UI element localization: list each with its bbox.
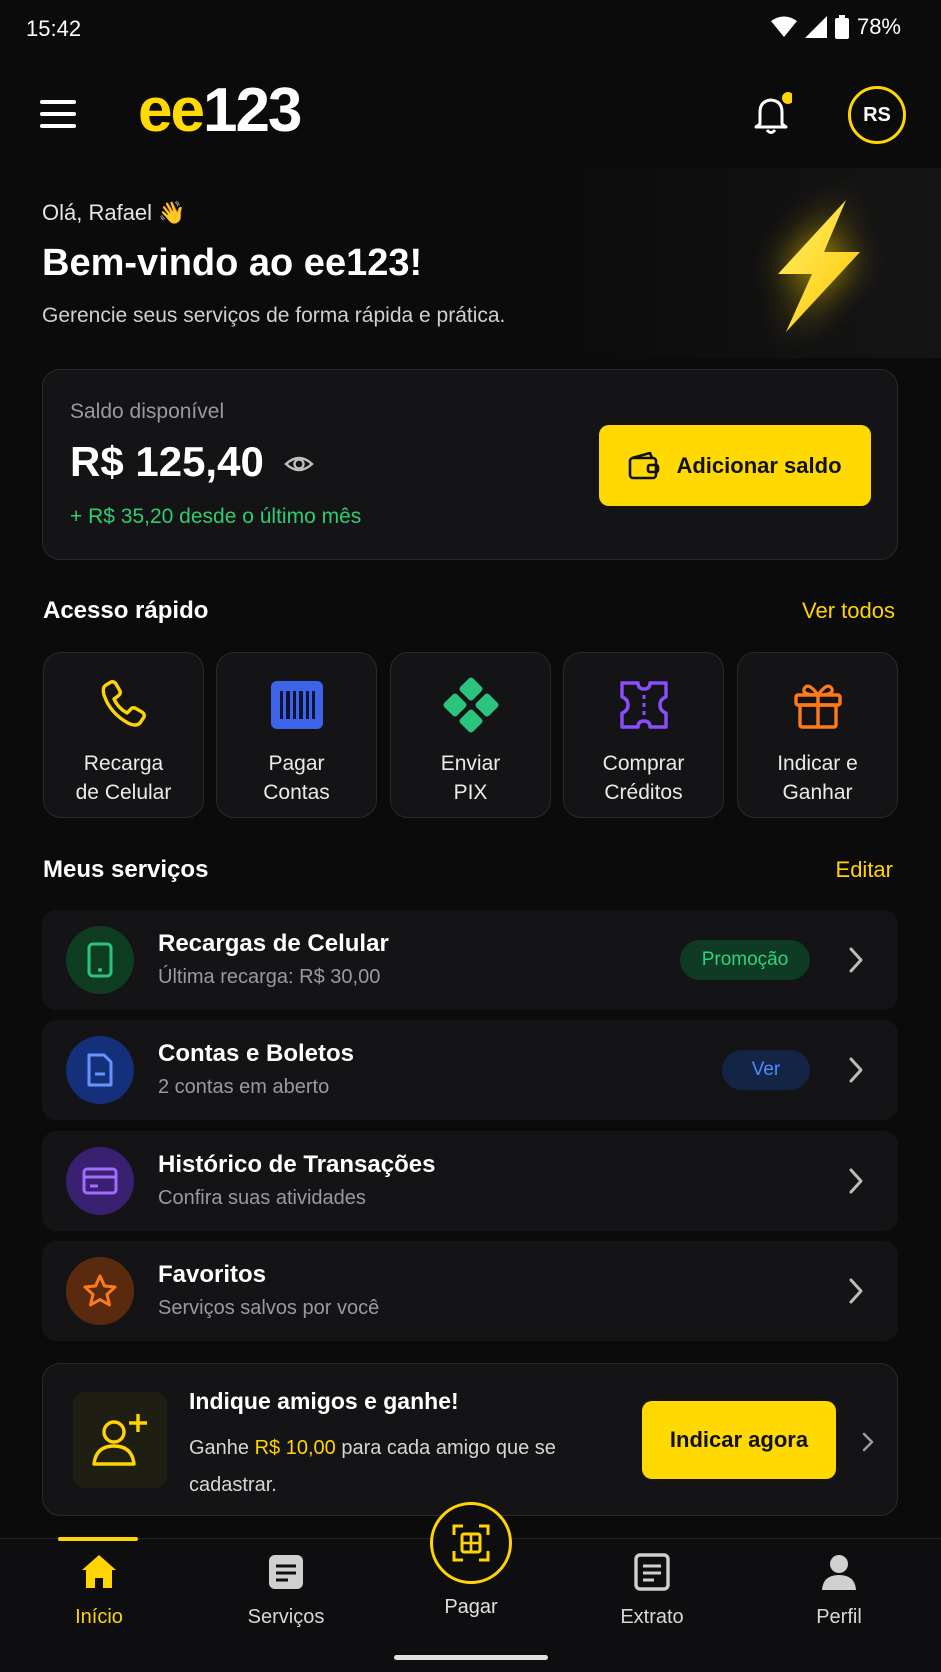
logo-accent: ee [138, 76, 205, 145]
referral-text-before: Ganhe [189, 1437, 255, 1459]
status-indicators: 78% [770, 14, 901, 40]
chevron-right-icon [849, 1168, 863, 1194]
page-subtitle: Gerencie seus serviços de forma rápida e… [42, 304, 506, 327]
qa-label-line2: de Celular [75, 781, 172, 804]
referral-icon-box [73, 1392, 167, 1488]
services-icon [269, 1555, 303, 1589]
service-icon-circle [66, 926, 134, 994]
battery-level: 78% [856, 14, 901, 39]
service-title: Contas e Boletos [158, 1040, 355, 1067]
balance-delta: + R$ 35,20 desde o último mês [70, 505, 362, 528]
star-icon [83, 1274, 117, 1307]
quick-access-title: Acesso rápido [43, 597, 209, 624]
nav-pay-button[interactable] [430, 1502, 512, 1584]
qa-label-line2: Contas [263, 781, 330, 804]
nav-label: Início [75, 1606, 123, 1628]
nav-label: Perfil [816, 1606, 862, 1628]
see-all-link[interactable]: Ver todos [802, 598, 895, 624]
barcode-icon [270, 681, 323, 729]
service-subtitle: Última recarga: R$ 30,00 [158, 966, 381, 988]
balance-label: Saldo disponível [70, 400, 225, 423]
bell-icon[interactable] [752, 92, 792, 136]
qa-label-line2: PIX [453, 781, 488, 804]
pix-icon [443, 677, 498, 733]
lightning-icon [778, 200, 860, 332]
service-row-favorites[interactable]: Favoritos Serviços salvos por você [42, 1241, 898, 1341]
service-row-history[interactable]: Histórico de Transações Confira suas ati… [42, 1131, 898, 1231]
chevron-right-icon [849, 1057, 863, 1083]
edit-link[interactable]: Editar [836, 857, 893, 883]
service-subtitle: Serviços salvos por você [158, 1297, 380, 1319]
wifi-icon [770, 16, 797, 37]
signal-icon [804, 16, 827, 38]
ticket-icon [619, 681, 668, 729]
active-tab-indicator [58, 1537, 138, 1541]
smartphone-icon [87, 942, 113, 978]
profile-icon [822, 1555, 856, 1590]
home-icon [82, 1555, 116, 1588]
document-icon [87, 1053, 113, 1087]
status-time: 15:42 [26, 16, 82, 41]
qa-label-line1: Enviar [440, 752, 501, 775]
referral-amount: R$ 10,00 [254, 1437, 336, 1459]
eye-icon[interactable] [284, 452, 314, 476]
service-title: Recargas de Celular [158, 930, 389, 957]
service-icon-circle [66, 1036, 134, 1104]
nav-services[interactable]: Serviços [216, 1552, 356, 1629]
referral-title: Indique amigos e ganhe! [189, 1388, 459, 1414]
statement-icon [634, 1553, 670, 1591]
add-user-icon [92, 1414, 147, 1466]
balance-value: R$ 125,40 [70, 438, 264, 485]
nav-label: Serviços [247, 1606, 325, 1628]
qa-label-line2: Créditos [604, 781, 683, 804]
service-title: Favoritos [158, 1261, 267, 1288]
service-row-recharges[interactable]: Recargas de Celular Última recarga: R$ 3… [42, 910, 898, 1010]
nav-statement[interactable]: Extrato [582, 1552, 722, 1629]
nav-profile[interactable]: Perfil [769, 1552, 909, 1629]
add-balance-label: Adicionar saldo [676, 452, 842, 478]
service-row-bills[interactable]: Contas e Boletos 2 contas em aberto Ver [42, 1020, 898, 1120]
card-icon [82, 1167, 118, 1195]
qa-label-line1: Recarga [83, 752, 164, 775]
qa-label-line1: Pagar [268, 752, 325, 775]
quick-buy-credits[interactable]: Comprar Créditos [563, 652, 724, 818]
gift-icon [793, 684, 842, 729]
chevron-right-icon [849, 947, 863, 973]
quick-pay-bills[interactable]: Pagar Contas [216, 652, 377, 818]
service-title: Histórico de Transações [158, 1151, 436, 1178]
add-balance-button[interactable]: Adicionar saldo [599, 425, 871, 506]
service-subtitle: Confira suas atividades [158, 1187, 366, 1209]
nav-home[interactable]: Início [29, 1552, 169, 1629]
qa-label-line1: Comprar [602, 752, 685, 775]
quick-send-pix[interactable]: Enviar PIX [390, 652, 551, 818]
refer-now-button[interactable]: Indicar agora [642, 1401, 836, 1479]
quick-recharge-phone[interactable]: Recarga de Celular [43, 652, 204, 818]
qr-scan-icon [452, 1524, 490, 1562]
chevron-right-icon[interactable] [862, 1432, 874, 1452]
greeting-hello: Olá, Rafael 👋 [42, 200, 186, 225]
quick-refer-earn[interactable]: Indicar e Ganhar [737, 652, 898, 818]
nav-pay-label: Pagar [444, 1596, 498, 1618]
logo-rest: 123 [202, 76, 302, 145]
menu-icon[interactable] [40, 100, 76, 128]
nav-label: Extrato [620, 1606, 684, 1628]
qa-label-line2: Ganhar [782, 781, 853, 804]
promo-badge[interactable]: Promoção [680, 940, 810, 980]
wallet-icon [629, 451, 660, 479]
avatar[interactable]: RS [848, 86, 906, 144]
app-logo[interactable]: ee123 [138, 80, 302, 142]
system-home-bar[interactable] [394, 1655, 548, 1660]
services-title: Meus serviços [43, 856, 209, 883]
service-subtitle: 2 contas em aberto [158, 1076, 330, 1098]
phone-icon [101, 680, 146, 727]
page-title: Bem-vindo ao ee123! [42, 242, 423, 284]
chevron-right-icon [849, 1278, 863, 1304]
battery-icon [834, 15, 849, 39]
referral-text: Ganhe R$ 10,00 para cada amigo que se ca… [189, 1430, 589, 1504]
service-icon-circle [66, 1257, 134, 1325]
view-badge[interactable]: Ver [722, 1050, 810, 1090]
service-icon-circle [66, 1147, 134, 1215]
qa-label-line1: Indicar e [777, 752, 858, 775]
